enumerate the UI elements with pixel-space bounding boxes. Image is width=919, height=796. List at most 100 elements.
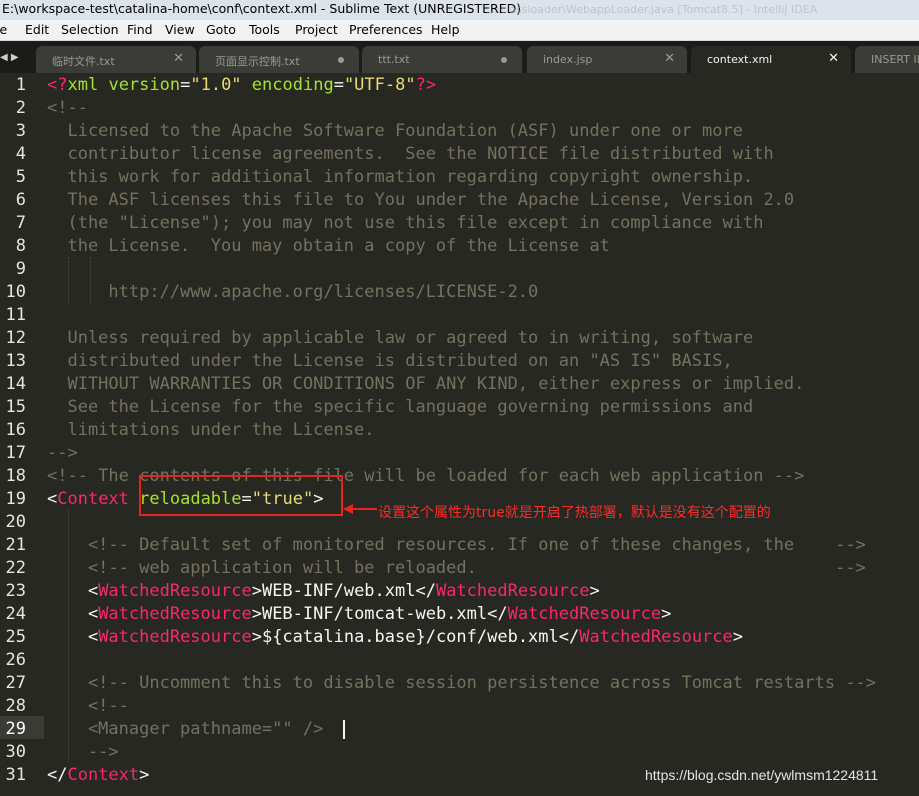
tab-linshi-wenjian[interactable]: 临时文件.txt ✕ (36, 46, 196, 73)
code-token: >WEB-INF/tomcat-web.xml</ (251, 604, 508, 624)
tab-label: 临时文件.txt (52, 55, 115, 68)
line-number: 24 (5, 604, 26, 624)
code-line[interactable]: the License. You may obtain a copy of th… (47, 235, 610, 258)
line-number: 26 (5, 650, 26, 670)
code-line[interactable]: WITHOUT WARRANTIES OR CONDITIONS OF ANY … (47, 373, 804, 396)
line-number: 6 (15, 190, 26, 210)
code-token: this work for additional information reg… (47, 167, 754, 187)
code-line[interactable]: <!-- Default set of monitored resources.… (47, 534, 866, 557)
tab-bar: ◀ ▶ 临时文件.txt ✕ 页面显示控制.txt ttt.txt index.… (0, 41, 919, 73)
code-line[interactable]: The ASF licenses this file to You under … (47, 189, 794, 212)
code-token: limitations under the License. (47, 420, 375, 440)
title-bar: E:\workspace-test\catalina-home\conf\con… (0, 0, 919, 20)
line-number: 30 (5, 742, 26, 762)
tab-insert-in[interactable]: INSERT IN (855, 46, 919, 73)
annotation-arrow-icon (343, 504, 377, 514)
close-icon[interactable]: ✕ (664, 51, 675, 66)
line-number: 21 (5, 535, 26, 555)
code-token: WatchedResource (98, 581, 252, 601)
unsaved-dot-icon[interactable] (338, 57, 344, 63)
line-number: 12 (5, 328, 26, 348)
menu-file[interactable]: le (0, 22, 7, 37)
line-number: 27 (5, 673, 26, 693)
tab-ttt[interactable]: ttt.txt (362, 46, 522, 73)
code-token: ?> (415, 75, 437, 95)
close-icon[interactable]: ✕ (173, 51, 184, 66)
code-token: <!-- Uncomment this to disable session p… (47, 673, 877, 693)
tab-scroll-arrows[interactable]: ◀ ▶ (0, 52, 19, 63)
code-token: Context (57, 489, 129, 509)
code-token: WITHOUT WARRANTIES OR CONDITIONS OF ANY … (47, 374, 805, 394)
line-number: 8 (15, 236, 26, 256)
code-token: > (589, 581, 600, 601)
annotation-text: 设置这个属性为true就是开启了热部署，默认是没有这个配置的 (378, 505, 771, 521)
menu-view[interactable]: View (165, 22, 195, 37)
tab-label: index.jsp (543, 53, 593, 66)
code-token: The ASF licenses this file to You under … (47, 190, 795, 210)
line-number: 22 (5, 558, 26, 578)
menu-bar: le Edit Selection Find View Goto Tools P… (0, 20, 919, 41)
unsaved-dot-icon[interactable] (501, 57, 507, 63)
code-token: <Manager pathname="" /> (47, 719, 324, 739)
code-line[interactable]: --> (47, 741, 119, 764)
line-number-gutter: 1 2 3 4 5 6 7 8 9 10 11 12 13 14 15 16 17 18 19 20 21 22 23 24 2… (0, 73, 40, 796)
code-token: contributor license agreements. See the … (47, 144, 774, 164)
menu-edit[interactable]: Edit (25, 22, 49, 37)
background-window-title: ...\classloader\WebappLoader.java [Tomca… (486, 3, 818, 16)
code-line[interactable]: <!-- Uncomment this to disable session p… (47, 672, 876, 695)
code-line[interactable]: this work for additional information reg… (47, 166, 753, 189)
code-token: WatchedResource (98, 604, 252, 624)
line-number: 16 (5, 420, 26, 440)
code-line[interactable]: limitations under the License. (47, 419, 375, 442)
tab-label: ttt.txt (378, 53, 410, 66)
close-icon[interactable]: ✕ (828, 51, 839, 66)
line-number: 9 (15, 259, 26, 279)
menu-help[interactable]: Help (431, 22, 460, 37)
code-line[interactable]: <!-- web application will be reloaded. -… (47, 557, 866, 580)
code-token: <? (47, 75, 68, 95)
code-token: <!-- (47, 696, 129, 716)
code-line[interactable]: See the License for the specific languag… (47, 396, 753, 419)
code-token: WatchedResource (507, 604, 662, 624)
menu-project[interactable]: Project (295, 22, 338, 37)
tab-yemian-xianshi[interactable]: 页面显示控制.txt (199, 46, 359, 73)
code-token: "UTF-8" (343, 75, 416, 95)
code-token: the License. You may obtain a copy of th… (47, 236, 610, 256)
line-number: 15 (5, 397, 26, 417)
code-line[interactable]: <?xml version="1.0" encoding="UTF-8"?> (47, 74, 436, 97)
line-number: 11 (5, 305, 26, 325)
tab-context-xml[interactable]: context.xml ✕ (691, 46, 851, 73)
code-line[interactable]: Licensed to the Apache Software Foundati… (47, 120, 743, 143)
code-line[interactable]: <WatchedResource>${catalina.base}/conf/w… (47, 626, 743, 649)
line-number: 28 (5, 696, 26, 716)
tab-index-jsp[interactable]: index.jsp ✕ (527, 46, 687, 73)
code-line[interactable]: <!-- (47, 695, 129, 718)
code-token: --> (47, 443, 78, 463)
code-token: </ (47, 765, 68, 785)
code-token: >WEB-INF/web.xml</ (251, 581, 436, 601)
menu-goto[interactable]: Goto (206, 22, 236, 37)
menu-tools[interactable]: Tools (249, 22, 280, 37)
code-line[interactable]: <WatchedResource>WEB-INF/tomcat-web.xml<… (47, 603, 671, 626)
code-line[interactable]: --> (47, 442, 78, 465)
menu-preferences[interactable]: Preferences (349, 22, 423, 37)
code-line[interactable]: http://www.apache.org/licenses/LICENSE-2… (47, 281, 538, 304)
code-line[interactable]: contributor license agreements. See the … (47, 143, 774, 166)
code-line[interactable]: <WatchedResource>WEB-INF/web.xml</Watche… (47, 580, 600, 603)
line-number: 10 (5, 282, 26, 302)
code-line[interactable]: distributed under the License is distrib… (47, 350, 732, 373)
code-line[interactable]: (the "License"); you may not use this fi… (47, 212, 763, 235)
menu-selection[interactable]: Selection (61, 22, 119, 37)
code-token: xml (67, 75, 99, 95)
code-line[interactable]: <!-- (47, 97, 88, 120)
code-editor[interactable]: 1 2 3 4 5 6 7 8 9 10 11 12 13 14 15 16 17 18 19 20 21 22 23 24 2… (0, 73, 919, 796)
code-line[interactable]: </Context> (47, 764, 149, 787)
line-number: 5 (15, 167, 26, 187)
code-token: WatchedResource (98, 627, 252, 647)
code-token: < (47, 604, 99, 624)
code-line[interactable]: Unless required by applicable law or agr… (47, 327, 753, 350)
code-token: (the "License"); you may not use this fi… (47, 213, 764, 233)
code-line[interactable]: <Manager pathname="" /> (47, 718, 323, 741)
menu-find[interactable]: Find (127, 22, 153, 37)
